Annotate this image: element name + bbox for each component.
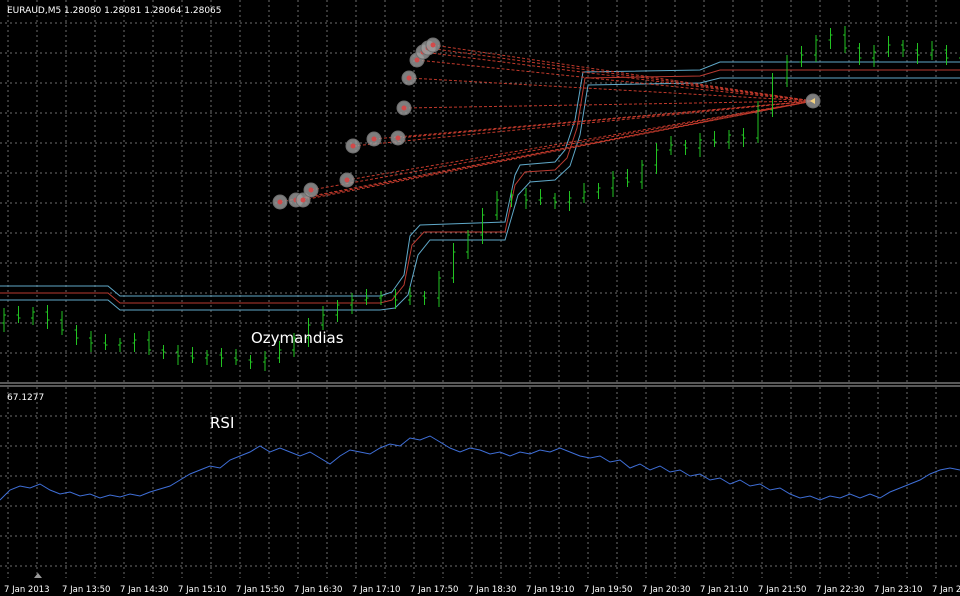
x-tick-label: 7 Jan 17:10 [352, 585, 400, 595]
x-tick-label: 7 Jan 14:30 [120, 585, 168, 595]
x-tick-label: 7 Jan 19:10 [526, 585, 574, 595]
signal-marker [396, 100, 412, 116]
x-tick-label: 7 Jan 15:50 [236, 585, 284, 595]
x-tick-label: 7 Jan 2013 [4, 585, 50, 595]
signal-marker-dot [430, 42, 436, 48]
x-tick-label: 7 Jan 22:30 [816, 585, 864, 595]
rsi-label: RSI [210, 414, 234, 432]
signal-marker [345, 138, 361, 154]
signal-marker [339, 172, 355, 188]
signal-marker-dot [300, 197, 306, 203]
x-tick-label: 7 Jan 19:50 [584, 585, 632, 595]
signal-marker-dot [277, 199, 283, 205]
x-tick-label: 7 Jan 20:30 [642, 585, 690, 595]
signal-marker-dot [406, 75, 412, 81]
x-tick-label: 7 Jan 13:50 [62, 585, 110, 595]
signal-marker [805, 93, 821, 109]
chart-window: 7 Jan 2013 7 Jan 13:50 7 Jan 14:30 7 Jan 15… [0, 0, 960, 596]
signal-marker-dot [308, 187, 314, 193]
signal-marker-dot [344, 177, 350, 183]
signal-marker-dot [350, 143, 356, 149]
signal-marker-dot [401, 105, 407, 111]
x-tick-label: 7 Jan 17:50 [410, 585, 458, 595]
x-tick-label: 7 Jan 23:10 [874, 585, 922, 595]
x-tick-label: 7 Jan 15:10 [178, 585, 226, 595]
symbol-header: EURAUD,M5 1.28080 1.28081 1.28064 1.2806… [7, 6, 222, 16]
x-axis-ticks: 7 Jan 2013 7 Jan 13:50 7 Jan 14:30 7 Jan 15… [4, 585, 960, 595]
signal-marker [390, 130, 406, 146]
x-tick-label: 7 Jan 18:30 [468, 585, 516, 595]
signal-marker [425, 37, 441, 53]
x-tick-label: 7 Jan 21:10 [700, 585, 748, 595]
signal-marker [303, 182, 319, 198]
signal-marker-dot [371, 136, 377, 142]
signal-marker-dot [395, 135, 401, 141]
x-tick-label: 7 Jan 21:50 [758, 585, 806, 595]
chart-background [0, 0, 960, 596]
ozymandias-label: Ozymandias [251, 329, 344, 347]
rsi-value: 67.1277 [7, 393, 44, 403]
signal-marker-dot [414, 57, 420, 63]
signal-marker [272, 194, 288, 210]
signal-marker [401, 70, 417, 86]
x-tick-label: 7 Jan 23:50 [932, 585, 960, 595]
signal-marker [366, 131, 382, 147]
x-tick-label: 7 Jan 16:30 [294, 585, 342, 595]
